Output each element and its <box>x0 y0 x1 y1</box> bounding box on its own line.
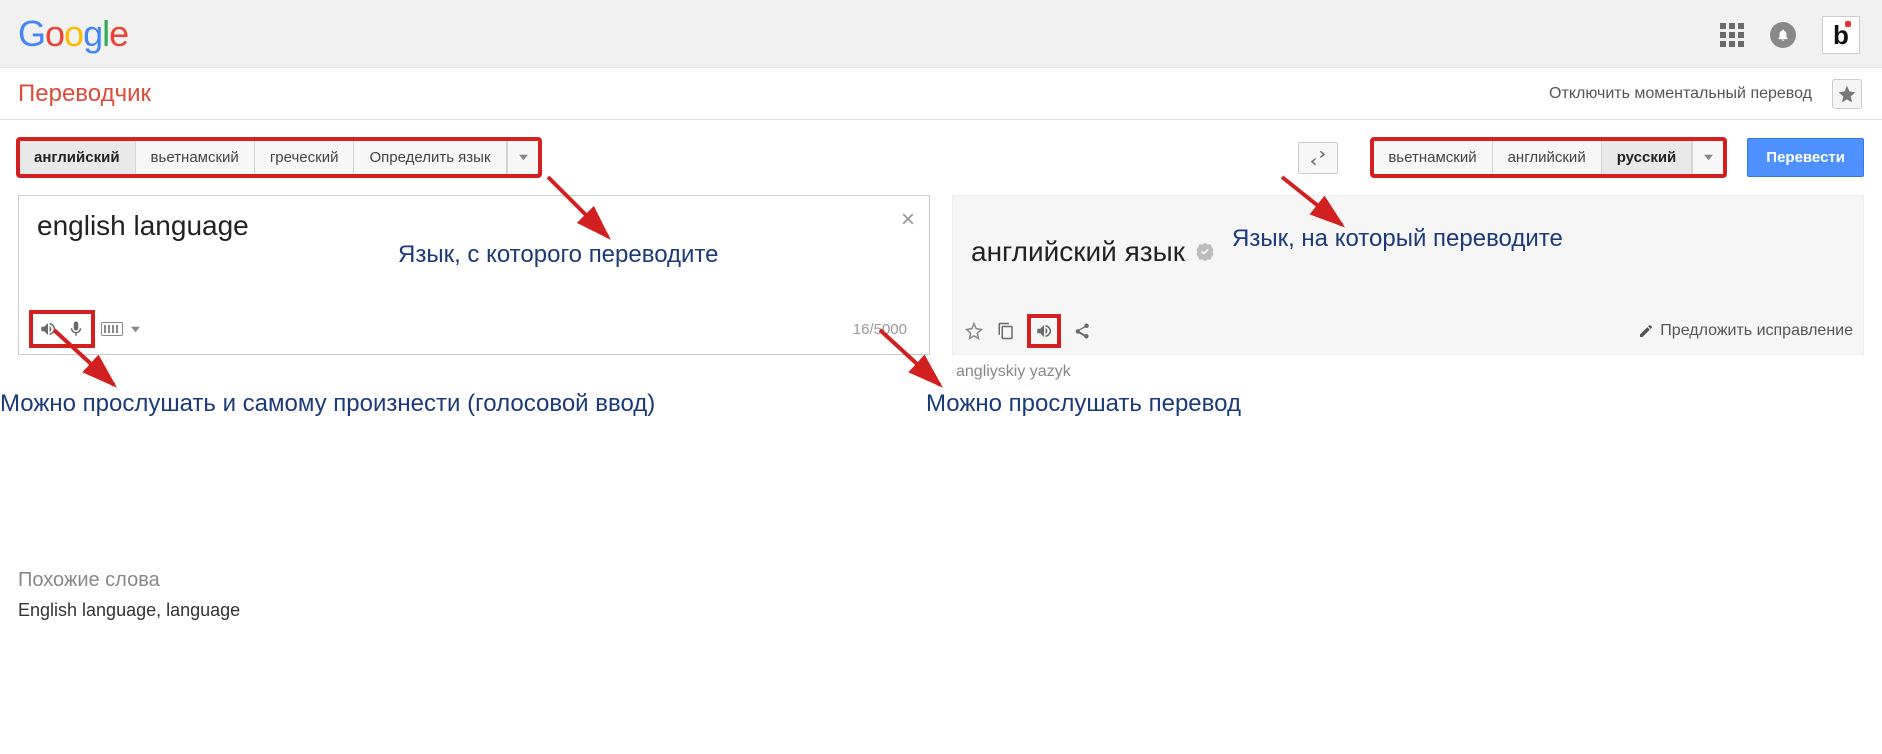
share-icon[interactable] <box>1071 320 1093 342</box>
annotation-dst-listen: Можно прослушать перевод <box>926 390 1241 418</box>
related-words: English language, language <box>18 600 1864 621</box>
annotation-src-listen: Можно прослушать и самому произнести (го… <box>0 390 655 418</box>
source-lang-tab[interactable]: греческий <box>255 140 355 175</box>
target-lang-tab[interactable]: вьетнамский <box>1373 140 1492 175</box>
char-count: 16/5000 <box>853 321 919 338</box>
target-lang-panel: вьетнамский английский русский <box>1372 139 1725 176</box>
annotation-dst-lang: Язык, на который переводите <box>1232 225 1563 253</box>
disable-instant-link[interactable]: Отключить моментальный перевод <box>1549 85 1812 103</box>
target-toolbar: Предложить исправление <box>953 308 1863 354</box>
target-panel: английский язык <box>952 195 1864 381</box>
translate-button[interactable]: Перевести <box>1747 138 1864 177</box>
target-text-box: английский язык <box>952 195 1864 355</box>
save-star-icon[interactable] <box>963 320 985 342</box>
source-audio-tools <box>29 310 95 348</box>
target-lang-dropdown[interactable] <box>1692 140 1724 175</box>
pencil-icon <box>1638 323 1654 339</box>
target-text: английский язык <box>971 236 1185 268</box>
notifications-icon[interactable] <box>1770 22 1796 48</box>
keyboard-icon[interactable] <box>101 318 123 340</box>
top-right-controls: b <box>1720 16 1860 54</box>
detect-lang-tab[interactable]: Определить язык <box>354 140 506 175</box>
listen-source-icon[interactable] <box>37 318 59 340</box>
source-lang-dropdown[interactable] <box>507 140 539 175</box>
target-lang-tab[interactable]: русский <box>1602 140 1693 175</box>
language-row: английский вьетнамский греческий Определ… <box>18 138 1864 177</box>
source-lang-tab[interactable]: английский <box>19 140 136 175</box>
account-avatar[interactable]: b <box>1822 16 1860 54</box>
voice-input-icon[interactable] <box>65 318 87 340</box>
listen-target-icon[interactable] <box>1033 320 1055 342</box>
related-heading: Похожие слова <box>18 569 1864 592</box>
source-panel: english language × 16/5 <box>18 195 930 381</box>
google-logo[interactable]: Google <box>18 13 128 55</box>
related-section: Похожие слова English language, language <box>0 569 1882 621</box>
source-lang-panel: английский вьетнамский греческий Определ… <box>18 139 540 176</box>
copy-icon[interactable] <box>995 320 1017 342</box>
apps-grid-icon[interactable] <box>1720 23 1744 47</box>
verified-icon <box>1195 242 1215 262</box>
suggest-correction-link[interactable]: Предложить исправление <box>1638 322 1853 340</box>
swap-languages-button[interactable] <box>1298 142 1338 174</box>
transliteration: angliyskiy yazyk <box>952 363 1864 381</box>
input-tools-dropdown-icon[interactable] <box>131 325 140 334</box>
app-subheader: Переводчик Отключить моментальный перево… <box>0 68 1882 120</box>
target-lang-tab[interactable]: английский <box>1493 140 1602 175</box>
annotation-src-lang: Язык, с которого переводите <box>398 241 719 269</box>
global-header: Google b <box>0 0 1882 68</box>
star-button[interactable] <box>1832 79 1862 109</box>
clear-input-button[interactable]: × <box>901 206 915 234</box>
target-audio-tool <box>1027 314 1061 348</box>
source-toolbar: 16/5000 <box>19 304 929 354</box>
source-lang-tab[interactable]: вьетнамский <box>136 140 255 175</box>
translation-panels: english language × 16/5 <box>18 195 1864 381</box>
app-title: Переводчик <box>18 80 151 108</box>
source-text-box: english language × 16/5 <box>18 195 930 355</box>
main-area: английский вьетнамский греческий Определ… <box>0 120 1882 399</box>
